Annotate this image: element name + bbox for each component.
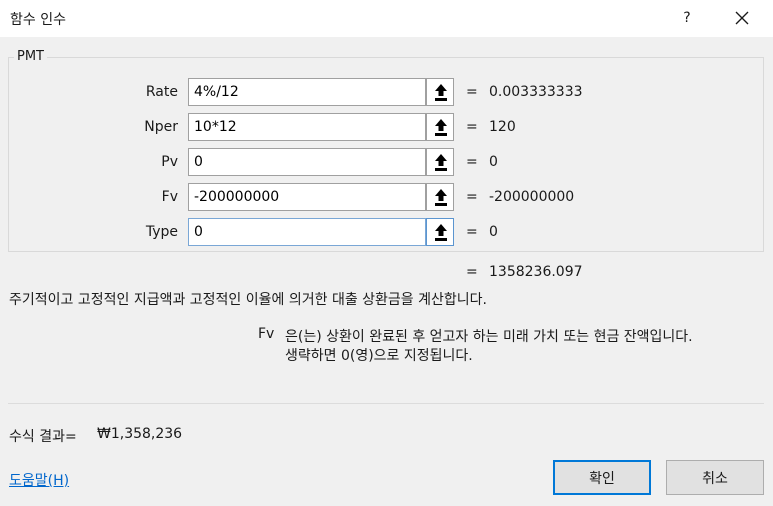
rate-equals: =: [466, 84, 478, 100]
arg-label-type: Type: [145, 224, 178, 240]
window-title: 함수 인수: [10, 12, 66, 28]
type-equals: =: [466, 224, 478, 240]
type-collapse-button[interactable]: [426, 218, 454, 246]
fv-value: -200000000: [489, 189, 575, 205]
arg-label-rate: Rate: [145, 84, 178, 100]
help-link[interactable]: 도움말(H): [9, 470, 69, 490]
ok-button-label: 확인: [589, 470, 615, 487]
nper-collapse-button[interactable]: [426, 113, 454, 141]
arg-label-fv: Fv: [161, 189, 178, 205]
range-select-icon: [435, 189, 447, 206]
function-name: PMT: [14, 49, 47, 64]
cancel-button[interactable]: 취소: [666, 460, 764, 495]
cancel-button-label: 취소: [702, 470, 728, 487]
rate-value: 0.003333333: [489, 84, 583, 100]
help-button[interactable]: ?: [676, 7, 698, 29]
fv-collapse-button[interactable]: [426, 183, 454, 211]
nper-equals: =: [466, 119, 478, 135]
fv-equals: =: [466, 189, 478, 205]
type-input[interactable]: [188, 218, 426, 246]
rate-input[interactable]: [188, 78, 426, 106]
ok-button[interactable]: 확인: [553, 460, 651, 495]
nper-input[interactable]: [188, 113, 426, 141]
function-result-value: 1358236.097: [489, 264, 583, 280]
arg-label-nper: Nper: [144, 119, 178, 135]
rate-collapse-button[interactable]: [426, 78, 454, 106]
range-select-icon: [435, 154, 447, 171]
range-select-icon: [435, 119, 447, 136]
function-description: 주기적이고 고정적인 지급액과 고정적인 이율에 의거한 대출 상환금을 계산합…: [9, 292, 487, 308]
pv-input[interactable]: [188, 148, 426, 176]
title-bar: 함수 인수 ?: [0, 0, 773, 37]
close-icon: [735, 11, 749, 25]
pv-equals: =: [466, 154, 478, 170]
divider: [8, 403, 764, 404]
close-button[interactable]: [731, 6, 753, 30]
type-value: 0: [489, 224, 498, 240]
range-select-icon: [435, 84, 447, 101]
arg-label-pv: Pv: [161, 154, 178, 170]
nper-value: 120: [489, 119, 516, 135]
range-select-icon: [435, 224, 447, 241]
pv-value: 0: [489, 154, 498, 170]
arg-help-name: Fv: [258, 326, 275, 342]
arg-help-line1: 은(는) 상환이 완료된 후 얻고자 하는 미래 가치 또는 현금 잔액입니다.: [285, 329, 693, 345]
result-equals: =: [466, 264, 478, 280]
formula-result-value: ₩1,358,236: [97, 426, 183, 442]
fv-input[interactable]: [188, 183, 426, 211]
pv-collapse-button[interactable]: [426, 148, 454, 176]
arg-help-line2: 생략하면 0(영)으로 지정됩니다.: [285, 348, 473, 364]
formula-result-label: 수식 결과=: [9, 429, 77, 445]
